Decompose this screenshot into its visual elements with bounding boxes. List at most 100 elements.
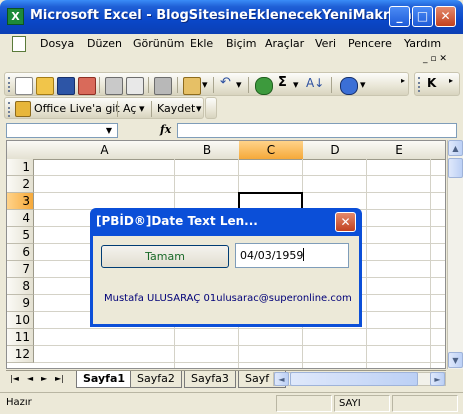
scroll-up-icon[interactable]: ▲	[448, 140, 463, 156]
sheet-tab[interactable]: Sayfa2	[130, 371, 182, 388]
paste-icon[interactable]	[183, 77, 201, 95]
scroll-right-icon[interactable]: ►	[430, 372, 445, 386]
autosum-icon[interactable]: Σ	[278, 75, 287, 90]
separator	[331, 77, 332, 93]
horizontal-scrollbar[interactable]: ◄ ►	[273, 372, 446, 386]
toolbar-options-icon[interactable]: ▸	[401, 76, 405, 85]
open-dropdown-icon[interactable]: ▾	[139, 102, 145, 115]
toolbar-grip[interactable]	[8, 102, 13, 117]
research-icon[interactable]	[154, 77, 172, 95]
separator	[151, 101, 152, 117]
row-header[interactable]: 4	[7, 210, 34, 227]
scroll-left-icon[interactable]: ◄	[274, 372, 289, 386]
vertical-scrollbar[interactable]: ▲ ▼	[447, 140, 463, 369]
next-sheet-icon[interactable]: ►	[41, 374, 47, 383]
bold-icon[interactable]: K	[427, 76, 436, 90]
undo-dropdown-icon[interactable]: ▾	[236, 78, 242, 91]
status-bar: Hazır SAYI	[0, 392, 463, 414]
menu-gorunum[interactable]: Görünüm	[133, 37, 184, 50]
column-header[interactable]: C	[239, 141, 304, 160]
separator	[213, 77, 214, 93]
scroll-thumb[interactable]	[290, 372, 418, 386]
toolbar-grip[interactable]	[418, 77, 423, 92]
row-header[interactable]: 10	[7, 312, 34, 329]
row-header[interactable]: 8	[7, 278, 34, 295]
gridline	[34, 345, 445, 346]
column-header[interactable]: D	[303, 141, 368, 160]
last-sheet-icon[interactable]: ►|	[55, 374, 64, 383]
gridline	[366, 159, 367, 368]
toolbar-options-icon[interactable]	[205, 97, 217, 119]
column-header[interactable]: B	[175, 141, 240, 160]
row-header[interactable]: 12	[7, 346, 34, 363]
paste-dropdown-icon[interactable]: ▾	[202, 78, 208, 91]
menu-pencere[interactable]: Pencere	[348, 37, 392, 50]
row-header[interactable]: 3	[7, 193, 34, 210]
sheet-tab[interactable]: Sayfa3	[184, 371, 236, 388]
autosum-dropdown-icon[interactable]: ▾	[293, 78, 299, 91]
gridline	[34, 175, 445, 176]
sheet-tab[interactable]: Sayfa1	[76, 371, 133, 388]
column-header[interactable]	[431, 141, 445, 160]
close-button[interactable]: ✕	[435, 6, 456, 27]
toolbar-grip[interactable]	[8, 77, 13, 92]
menu-dosya[interactable]: Dosya	[40, 37, 74, 50]
new-icon[interactable]	[15, 77, 33, 95]
insert-function-icon[interactable]: fx	[160, 123, 171, 136]
date-text-input[interactable]: 04/03/1959	[235, 243, 349, 268]
row-header[interactable]: 7	[7, 261, 34, 278]
gridline	[34, 328, 445, 329]
save-dropdown-icon[interactable]: ▾	[196, 102, 202, 115]
help-dropdown-icon[interactable]: ▾	[360, 78, 366, 91]
save-icon[interactable]	[57, 77, 75, 95]
permission-icon[interactable]	[78, 77, 96, 95]
num-lock-indicator: SAYI	[334, 395, 390, 412]
column-header[interactable]: E	[367, 141, 432, 160]
first-sheet-icon[interactable]: |◄	[10, 374, 19, 383]
menu-araclar[interactable]: Araçlar	[265, 37, 304, 50]
menu-duzen[interactable]: Düzen	[87, 37, 122, 50]
open-button[interactable]: Aç	[123, 102, 136, 115]
select-all-corner[interactable]	[7, 141, 35, 160]
mdi-controls[interactable]: _ ▫ ✕	[423, 54, 459, 64]
row-header[interactable]: 9	[7, 295, 34, 312]
workbook-icon[interactable]	[12, 36, 26, 52]
menu-bar: Dosya Düzen Görünüm Ekle Biçim Araçlar V…	[0, 34, 463, 54]
excel-icon[interactable]: X	[7, 8, 24, 25]
formula-input[interactable]	[177, 123, 457, 138]
menu-ekle[interactable]: Ekle	[190, 37, 213, 50]
print-icon[interactable]	[105, 77, 123, 95]
minimize-button[interactable]: _	[389, 6, 410, 27]
hyperlink-icon[interactable]	[255, 77, 273, 95]
menu-yardim[interactable]: Yardım	[404, 37, 441, 50]
row-header[interactable]: 11	[7, 329, 34, 346]
ok-button[interactable]: Tamam	[101, 245, 229, 268]
toolbar-options-icon[interactable]: ▸	[449, 76, 453, 85]
row-header[interactable]: 1	[7, 159, 34, 176]
open-icon[interactable]	[36, 77, 54, 95]
separator	[148, 77, 149, 93]
separator	[117, 101, 118, 117]
scroll-down-icon[interactable]: ▼	[448, 352, 463, 368]
scroll-thumb[interactable]	[448, 158, 463, 178]
maximize-button[interactable]: □	[412, 6, 433, 27]
name-box-dropdown-icon[interactable]: ▼	[102, 124, 116, 137]
status-text: Hazır	[6, 397, 32, 408]
dialog-close-button[interactable]: ✕	[335, 212, 356, 232]
menu-bicim[interactable]: Biçim	[226, 37, 256, 50]
formatting-toolbar: K ▸	[414, 72, 460, 96]
sort-ascending-icon[interactable]: A↓	[306, 76, 324, 90]
gridline	[430, 159, 431, 368]
print-preview-icon[interactable]	[126, 77, 144, 95]
menu-veri[interactable]: Veri	[315, 37, 336, 50]
office-live-button[interactable]: Office Live'a git	[34, 102, 120, 115]
help-icon[interactable]	[340, 77, 358, 95]
undo-icon[interactable]: ↶	[220, 75, 231, 90]
row-header[interactable]: 5	[7, 227, 34, 244]
row-header[interactable]: 2	[7, 176, 34, 193]
save-button[interactable]: Kaydet	[157, 102, 195, 115]
status-cell	[392, 395, 458, 412]
previous-sheet-icon[interactable]: ◄	[27, 374, 33, 383]
row-header[interactable]: 6	[7, 244, 34, 261]
column-header[interactable]: A	[34, 141, 176, 160]
